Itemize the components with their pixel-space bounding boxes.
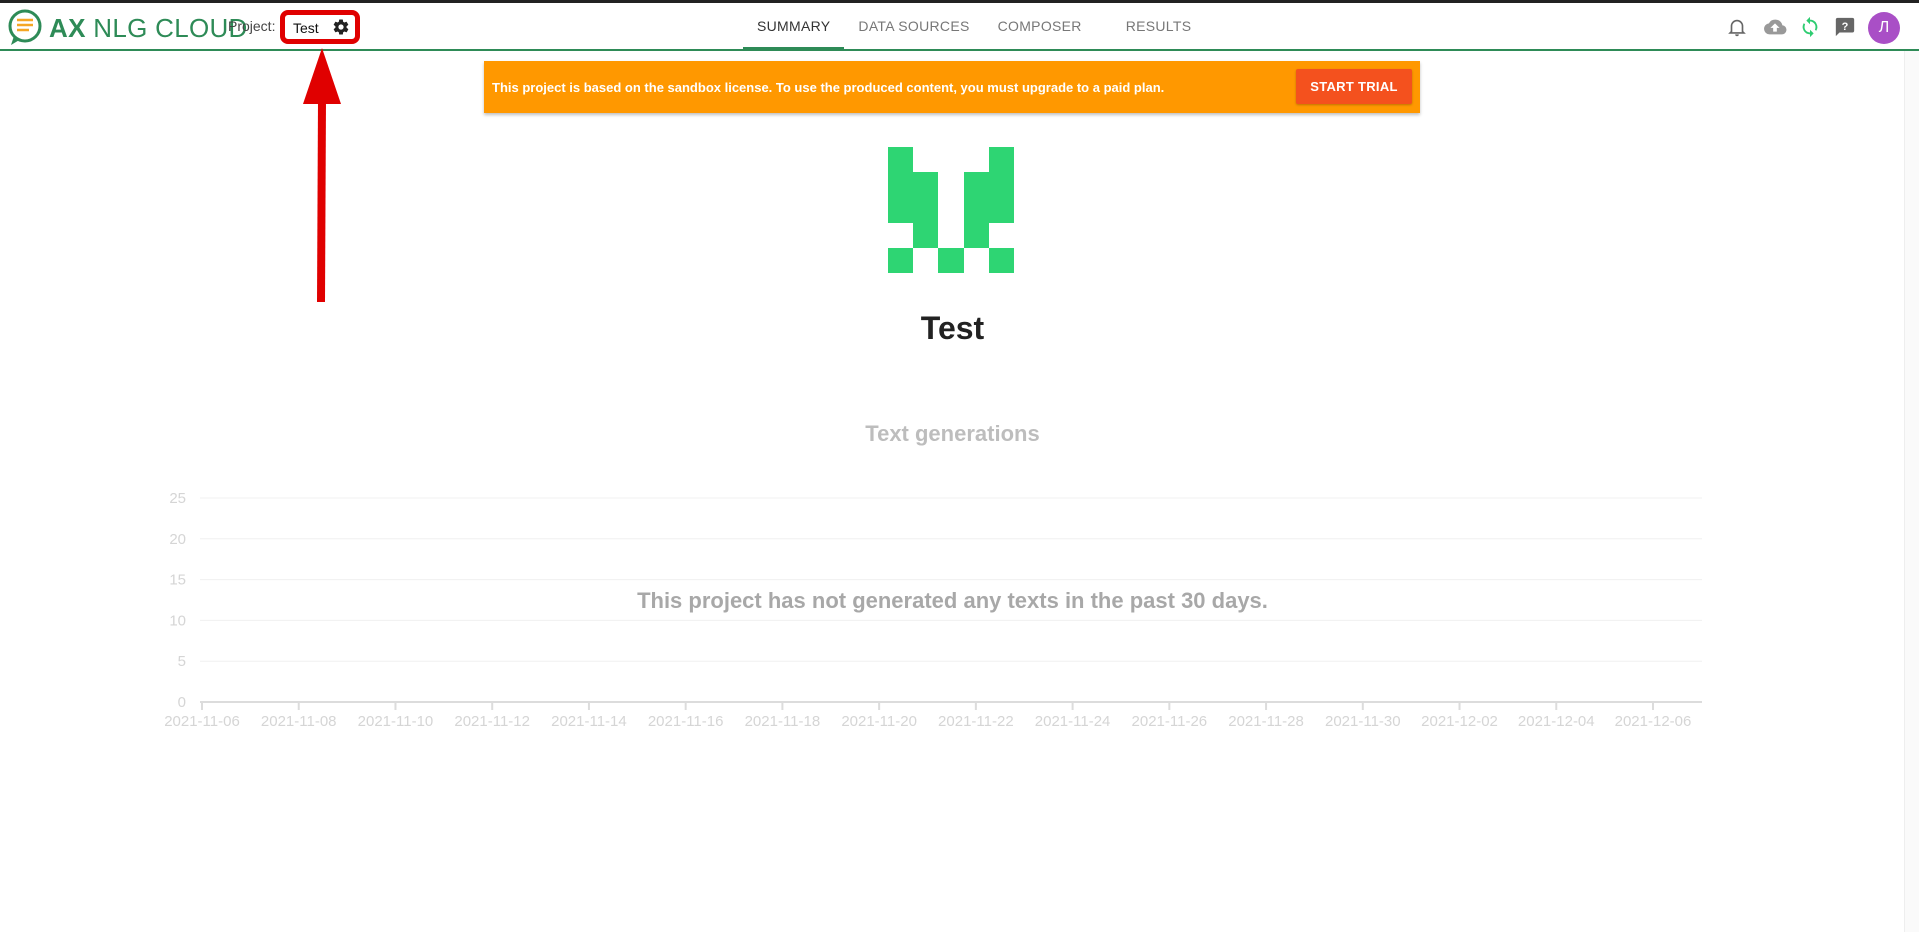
annotation-arrow xyxy=(303,48,341,303)
